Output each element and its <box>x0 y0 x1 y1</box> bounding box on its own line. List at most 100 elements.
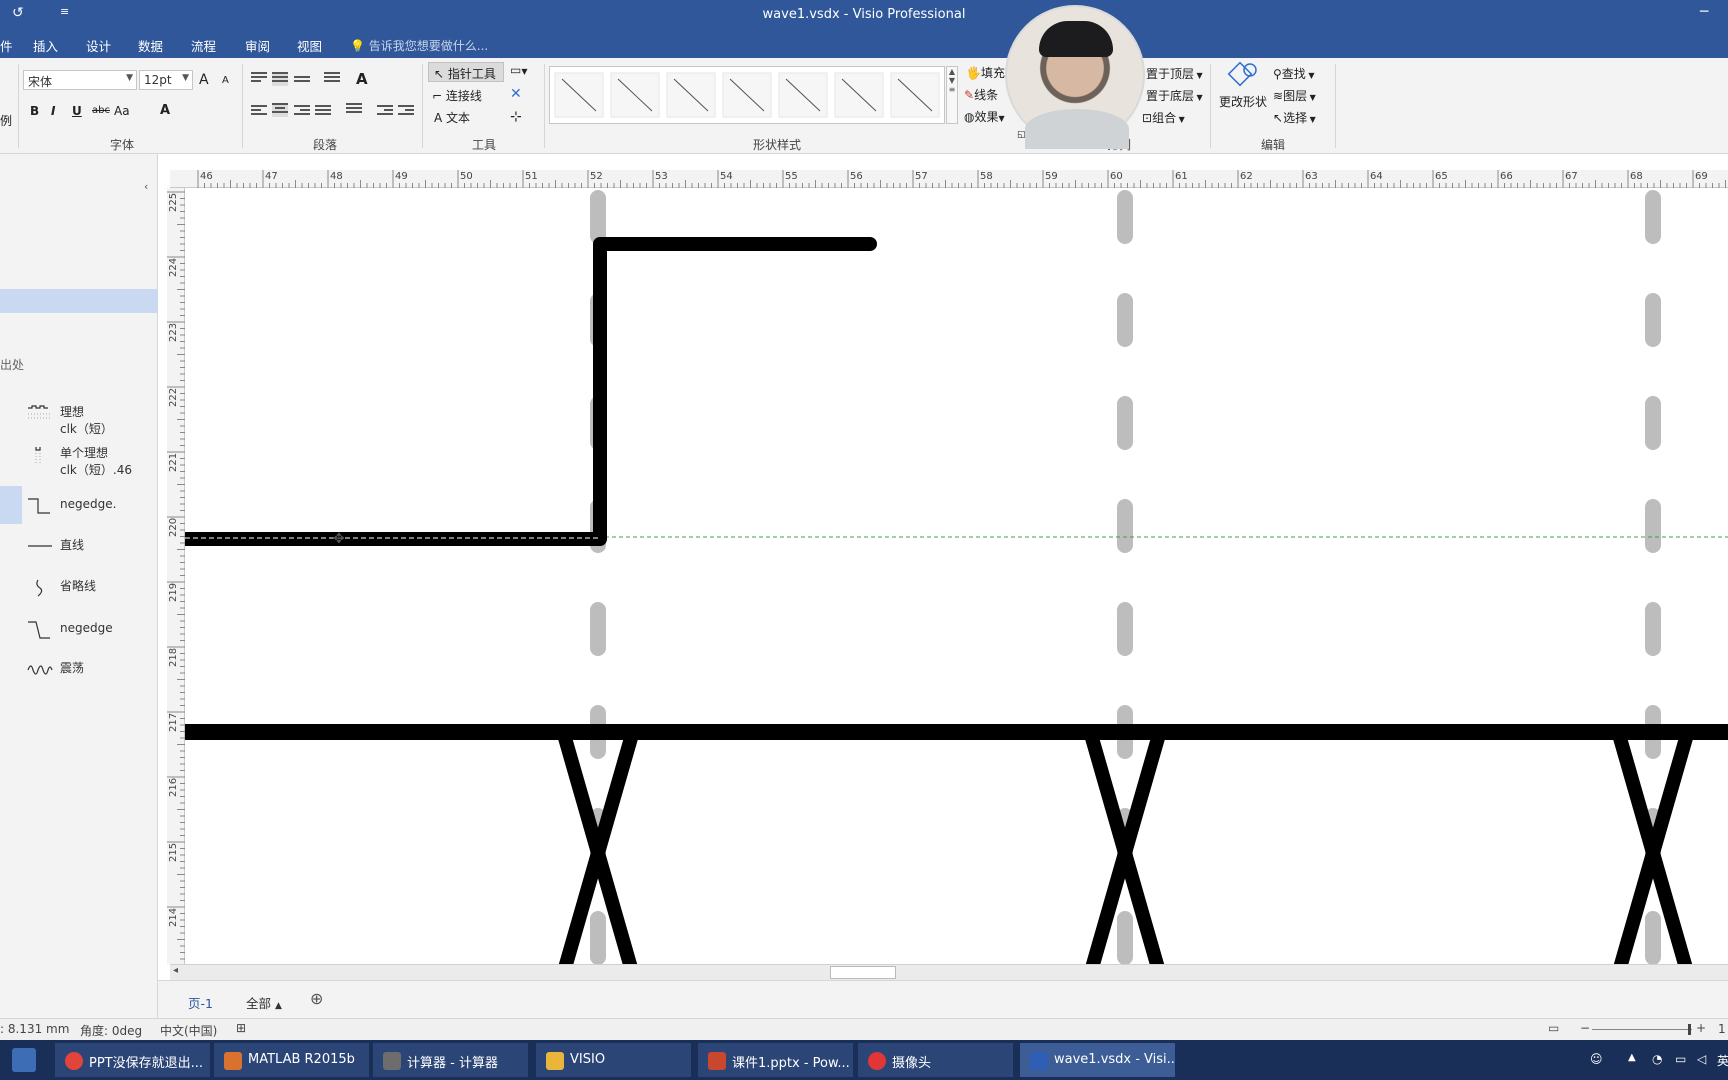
connector-tool-button[interactable]: ⌐ 连接线 <box>432 87 482 104</box>
underline-button[interactable]: U <box>72 104 82 118</box>
align-right-icon[interactable] <box>294 105 310 119</box>
align-top-icon[interactable] <box>251 72 267 86</box>
all-pages-button[interactable]: 全部 ▲ <box>246 993 282 1012</box>
text-direction-icon[interactable]: A <box>356 70 368 88</box>
language-indicator[interactable]: 中文(中国) <box>160 1022 217 1039</box>
horizontal-ruler[interactable]: 46 47 48 49 50 51 52 53 54 55 56 57 58 59 60 61 62 63 64 65… <box>170 170 1728 188</box>
grow-font-button[interactable]: A <box>199 72 209 88</box>
line-button[interactable]: ✎线条 <box>964 86 998 103</box>
group-separator <box>1210 64 1211 148</box>
tab-design[interactable]: 设计 <box>86 36 111 55</box>
bold-button[interactable]: B <box>30 104 39 118</box>
font-color-button[interactable]: A <box>160 103 170 118</box>
fill-button[interactable]: 🖐填充 <box>966 64 1005 81</box>
shrink-font-button[interactable]: A <box>222 75 229 86</box>
taskbar-item-chrome[interactable]: PPT没保存就退出... <box>55 1043 210 1077</box>
wifi-icon[interactable]: ◔ <box>1652 1052 1662 1066</box>
connection-point-icon[interactable]: ⊹ <box>510 109 522 125</box>
taskbar-item-visio-folder[interactable]: VISIO <box>536 1043 691 1077</box>
people-icon[interactable]: ☺ <box>1590 1052 1603 1066</box>
change-case-button[interactable]: Aa <box>114 104 130 118</box>
horizontal-scrollbar[interactable]: ◂ <box>170 964 1728 980</box>
clipboard-fragment[interactable]: 例 <box>0 112 12 129</box>
zoom-in-icon[interactable]: + <box>1696 1021 1706 1035</box>
close-connection-icon[interactable]: ✕ <box>510 86 522 102</box>
select-button[interactable]: ↖选择 ▼ <box>1273 109 1316 126</box>
tab-view[interactable]: 视图 <box>297 36 322 55</box>
font-name-value: 宋体 <box>28 75 53 89</box>
ruler-number: 65 <box>1435 171 1448 182</box>
zoom-slider-thumb[interactable] <box>1688 1024 1691 1035</box>
ruler-number: 52 <box>590 171 603 182</box>
text-tool-button[interactable]: A 文本 <box>434 109 470 126</box>
layers-button[interactable]: ≋图层 ▼ <box>1273 87 1316 104</box>
chevron-down-icon: ▼ <box>1194 71 1203 80</box>
send-to-back-button[interactable]: 置于底层 ▼ <box>1146 87 1203 104</box>
chevron-down-icon: ▼ <box>126 73 133 83</box>
bullets-icon[interactable] <box>324 72 340 86</box>
italic-button[interactable]: I <box>51 104 55 118</box>
ruler-number: 48 <box>330 171 343 182</box>
send-back-label: 置于底层 <box>1146 89 1195 103</box>
selected-stencil[interactable] <box>0 289 158 313</box>
tell-me-search[interactable]: 💡 告诉我您想要做什么... <box>350 37 488 54</box>
rectangle-tool-button[interactable]: ▭▼ <box>510 63 528 77</box>
zoom-level-fragment[interactable]: 1 <box>1718 1022 1726 1036</box>
font-name-combo[interactable]: 宋体 ▼ <box>23 70 137 90</box>
present-mode-icon[interactable]: ▭ <box>1548 1021 1559 1035</box>
taskbar-item-matlab[interactable]: MATLAB R2015b <box>214 1043 369 1077</box>
taskbar-item-calculator[interactable]: 计算器 - 计算器 <box>373 1043 528 1077</box>
battery-icon[interactable]: ▭ <box>1675 1052 1686 1066</box>
add-page-icon[interactable]: ⊕ <box>310 989 323 1008</box>
tab-file[interactable]: 件 <box>0 36 13 55</box>
increase-indent-icon[interactable] <box>398 105 414 119</box>
collapse-panel-icon[interactable]: ‹ <box>144 180 148 193</box>
rising-edge-waveform[interactable] <box>185 237 877 546</box>
layers-icon: ≋ <box>1273 89 1284 103</box>
change-shape-button[interactable]: 更改形状 <box>1217 58 1269 110</box>
minimize-button[interactable]: ─ <box>1700 4 1708 20</box>
shape-style-gallery[interactable] <box>549 66 945 124</box>
find-button[interactable]: ⚲查找 ▼ <box>1273 65 1315 82</box>
vertical-ruler[interactable]: 225 224 223 222 221 220 219 218 217 216 215 214 <box>167 188 185 964</box>
align-middle-icon[interactable] <box>272 72 288 86</box>
taskbar-item-label: 课件1.pptx - Pow... <box>732 1056 850 1071</box>
font-size-combo[interactable]: 12pt ▼ <box>139 70 193 90</box>
store-icon[interactable] <box>12 1048 36 1072</box>
taskbar-item-visio[interactable]: wave1.vsdx - Visi... <box>1020 1043 1175 1077</box>
drawing-canvas[interactable]: ✥ <box>185 188 1728 964</box>
taskbar-item-camera[interactable]: 摄像头 <box>858 1043 1013 1077</box>
scroll-thumb[interactable] <box>830 966 896 979</box>
tab-insert[interactable]: 插入 <box>33 36 58 55</box>
effect-button[interactable]: ◍效果▼ <box>964 108 1005 125</box>
justify-icon[interactable] <box>315 105 331 119</box>
pointer-tool-button[interactable]: ↖ 指针工具 <box>434 65 496 82</box>
page-tab-1[interactable]: 页-1 <box>188 993 213 1012</box>
volume-icon[interactable]: ◁ <box>1697 1052 1706 1066</box>
align-bottom-icon[interactable] <box>294 76 310 90</box>
page-tab-bar: 页-1 全部 ▲ ⊕ <box>158 980 1728 1018</box>
zoom-slider-track[interactable] <box>1592 1029 1692 1030</box>
macro-record-icon[interactable]: ⊞ <box>236 1021 246 1035</box>
decrease-indent-icon[interactable] <box>377 105 393 119</box>
align-left-icon[interactable] <box>251 105 267 119</box>
status-bar: : 8.131 mm 角度: 0deg 中文(中国) ⊞ ▭ − + 1 <box>0 1018 1728 1040</box>
effect-icon: ◍ <box>964 110 975 124</box>
ruler-number: 68 <box>1630 171 1643 182</box>
gallery-scroll[interactable]: ▲ ▼ ≡ <box>946 66 958 124</box>
ruler-number: 49 <box>395 171 408 182</box>
taskbar-item-powerpoint[interactable]: 课件1.pptx - Pow... <box>698 1043 853 1077</box>
bring-to-front-button[interactable]: 置于顶层 ▼ <box>1146 65 1203 82</box>
tab-process[interactable]: 流程 <box>191 36 216 55</box>
align-center-icon[interactable] <box>272 103 288 117</box>
group-button[interactable]: ⊡组合 ▼ <box>1142 109 1185 126</box>
scroll-left-icon[interactable]: ◂ <box>173 965 178 976</box>
zoom-out-icon[interactable]: − <box>1580 1021 1590 1035</box>
tab-data[interactable]: 数据 <box>138 36 163 55</box>
text-block-icon[interactable] <box>346 103 362 117</box>
tab-review[interactable]: 审阅 <box>245 36 270 55</box>
strikethrough-button[interactable]: abc <box>92 105 110 116</box>
ime-indicator[interactable]: 英 <box>1717 1052 1728 1069</box>
ruler-number: 50 <box>460 171 473 182</box>
tray-expand-icon[interactable]: ▲ <box>1628 1052 1636 1063</box>
